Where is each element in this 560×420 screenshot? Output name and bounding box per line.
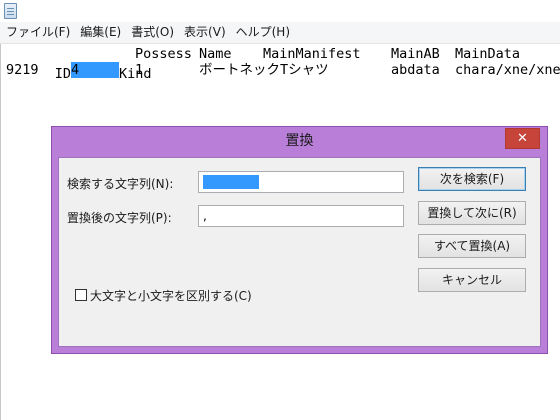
find-label: 検索する文字列(N): [67, 177, 174, 191]
replace-input-value: , [203, 209, 207, 223]
find-input[interactable] [198, 171, 404, 193]
close-button[interactable]: ✕ [505, 128, 540, 149]
header-mainmanifest: MainManifest [263, 46, 361, 62]
header-possess: Possess [135, 46, 192, 62]
header-name: Name [199, 46, 232, 62]
title-bar [0, 0, 560, 22]
row1-name: ボートネックTシャツ [199, 62, 329, 78]
match-case-label: 大文字と小文字を区別する(C) [90, 289, 252, 303]
menu-bar: ファイル(F) 編集(E) 書式(O) 表示(V) ヘルプ(H) [0, 22, 560, 44]
text-line-1: 9219 4 1 ボートネックTシャツ abdata chara/xne/xne [6, 62, 560, 78]
find-input-selection [203, 175, 259, 189]
match-case-checkbox[interactable] [75, 289, 87, 301]
menu-view[interactable]: 表示(V) [179, 22, 231, 43]
notepad-icon [4, 3, 17, 19]
replace-button[interactable]: 置換して次に(R) [418, 201, 526, 225]
replace-label: 置換後の文字列(P): [67, 211, 172, 225]
header-maindata: MainData [455, 46, 521, 62]
cancel-button[interactable]: キャンセル [418, 268, 526, 292]
row1-mainab: abdata [391, 62, 440, 78]
menu-help[interactable]: ヘルプ(H) [231, 22, 295, 43]
replace-dialog: 置換 ✕ 検索する文字列(N): 置換後の文字列(P): , 大文字と小文字を区… [51, 126, 548, 354]
row1-possess: 1 [135, 62, 144, 78]
text-line-header: ID Kind Possess Name MainManifest MainAB … [6, 46, 520, 82]
menu-edit[interactable]: 編集(E) [75, 22, 126, 43]
row1-kind: 4 [71, 62, 80, 78]
header-id: ID [54, 66, 72, 82]
row1-maindata: chara/xne/xne [455, 62, 560, 78]
close-icon: ✕ [517, 131, 528, 146]
header-mainab: MainAB [391, 46, 440, 62]
dialog-body: 検索する文字列(N): 置換後の文字列(P): , 大文字と小文字を区別する(C… [58, 157, 541, 347]
find-next-button[interactable]: 次を検索(F) [418, 167, 526, 191]
replace-all-button[interactable]: すべて置換(A) [418, 234, 526, 258]
menu-format[interactable]: 書式(O) [126, 22, 179, 43]
dialog-title: 置換 [285, 133, 314, 149]
menu-file[interactable]: ファイル(F) [0, 22, 75, 43]
row1-id: 9219 [6, 62, 39, 78]
replace-input[interactable]: , [198, 205, 404, 227]
